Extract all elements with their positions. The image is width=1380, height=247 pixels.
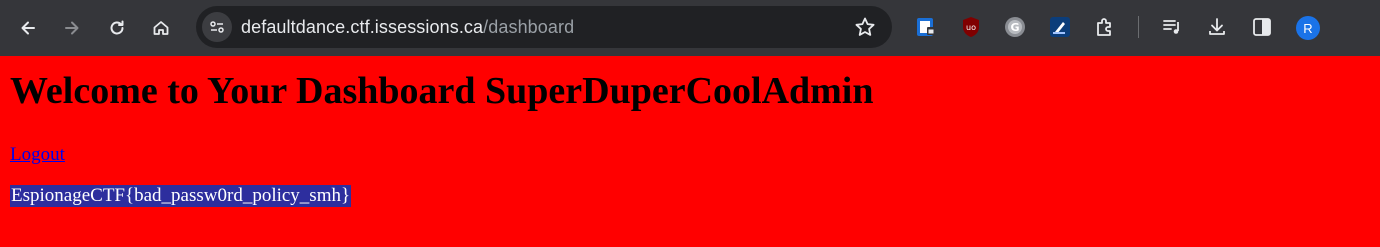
address-bar[interactable]: defaultdance.ctf.issessions.ca/dashboard xyxy=(196,6,892,48)
forward-button[interactable] xyxy=(56,12,88,44)
toolbar-separator xyxy=(1138,16,1139,38)
reload-button[interactable] xyxy=(101,12,133,44)
extension-shield-button[interactable] xyxy=(915,16,937,38)
extensions-puzzle-icon xyxy=(1097,18,1111,36)
site-info-icon xyxy=(210,21,224,33)
url-host: defaultdance.ctf.issessions.ca xyxy=(241,17,484,37)
page-title: Welcome to Your Dashboard SuperDuperCool… xyxy=(10,70,874,112)
extension-button[interactable] xyxy=(1049,16,1071,38)
bookmark-star-icon[interactable] xyxy=(854,16,876,38)
home-icon xyxy=(153,21,169,35)
download-icon xyxy=(1209,18,1225,35)
site-info-button[interactable] xyxy=(202,12,232,42)
side-panel-icon xyxy=(1253,18,1271,36)
grammarly-icon: G xyxy=(1005,17,1025,37)
extension-shield-icon xyxy=(917,18,935,36)
extension-icon xyxy=(1050,17,1070,37)
url-text: defaultdance.ctf.issessions.ca/dashboard xyxy=(241,17,574,38)
url-path: /dashboard xyxy=(483,17,575,37)
page-content: Welcome to Your Dashboard SuperDuperCool… xyxy=(0,69,1380,207)
ublock-button[interactable]: uo xyxy=(960,16,982,38)
extensions-puzzle-button[interactable] xyxy=(1094,16,1116,38)
reload-icon xyxy=(110,20,124,35)
svg-text:uo: uo xyxy=(966,23,976,32)
forward-icon xyxy=(65,21,79,35)
ublock-icon: uo xyxy=(963,17,979,37)
back-icon xyxy=(21,21,35,35)
media-icon xyxy=(1163,20,1179,34)
browser-toolbar: defaultdance.ctf.issessions.ca/dashboard… xyxy=(0,0,1380,56)
logout-link[interactable]: Logout xyxy=(10,144,65,166)
back-button[interactable] xyxy=(12,12,44,44)
grammarly-button[interactable]: G xyxy=(1004,16,1026,38)
download-button[interactable] xyxy=(1206,16,1228,38)
profile-avatar[interactable]: R xyxy=(1296,16,1320,40)
home-button[interactable] xyxy=(145,12,177,44)
side-panel-button[interactable] xyxy=(1251,16,1273,38)
flag-text: EspionageCTF{bad_passw0rd_policy_smh} xyxy=(10,185,352,207)
svg-text:G: G xyxy=(1010,21,1019,34)
media-button[interactable] xyxy=(1161,16,1183,38)
